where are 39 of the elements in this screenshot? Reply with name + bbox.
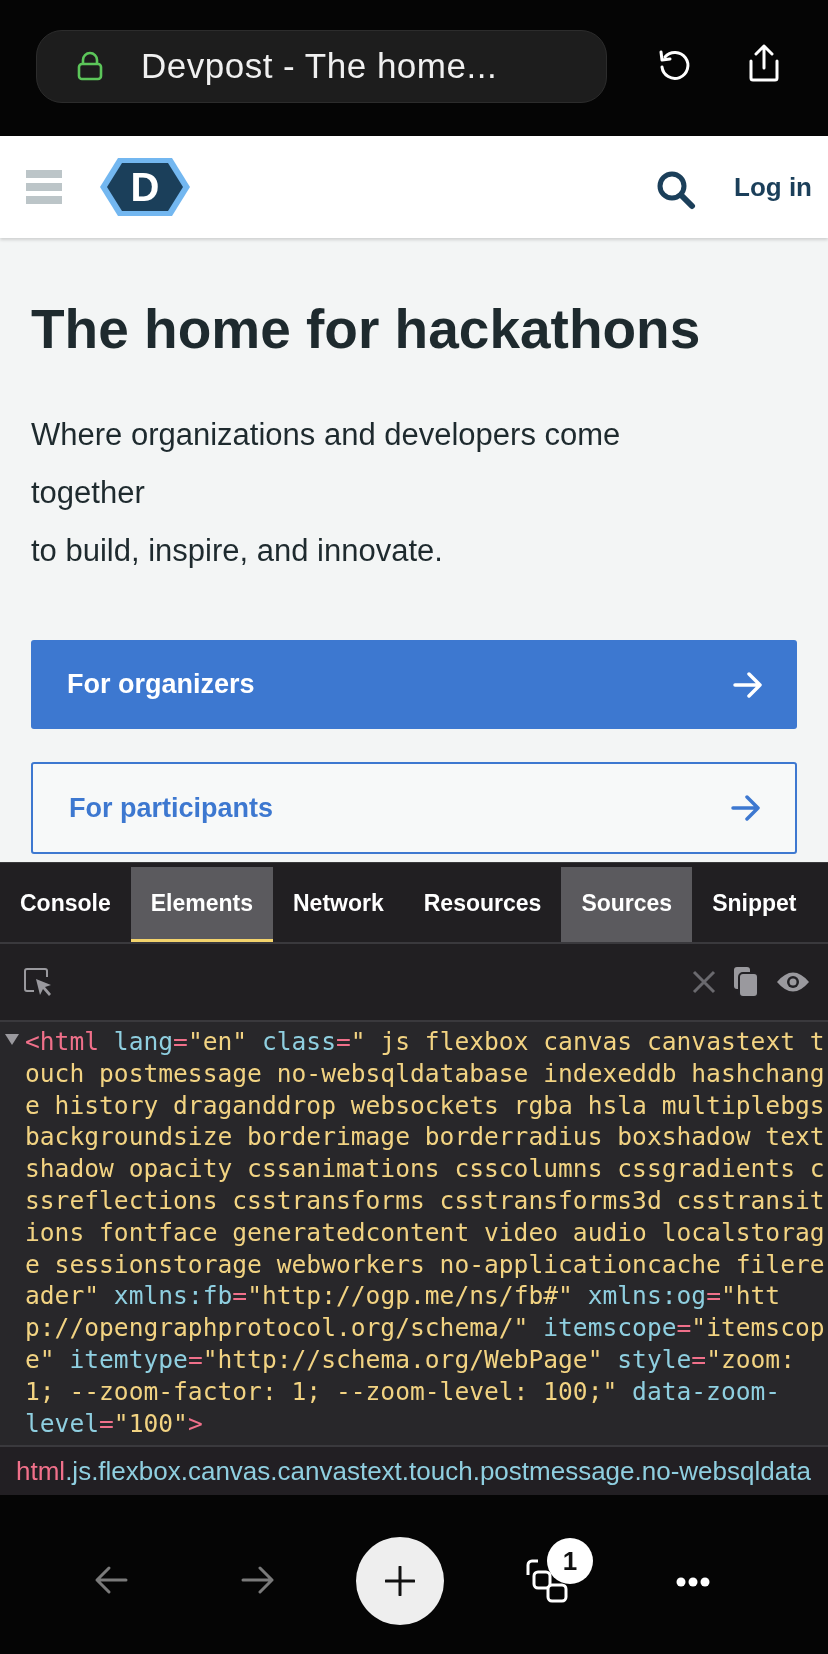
tab-count-badge: 1 [547, 1538, 593, 1584]
devtools-tab[interactable]: Sources [561, 867, 693, 942]
code-line: <html lang="en" class=" js flexbox canvas canvastext t [25, 1026, 825, 1058]
code-line: p://opengraphprotocol.org/schema/" itemscope="itemscop [25, 1312, 825, 1344]
logo-icon[interactable]: D [100, 158, 190, 216]
copy-icon[interactable] [734, 967, 758, 997]
share-icon[interactable] [747, 43, 781, 83]
devtools-tab[interactable]: Resources [403, 867, 562, 942]
arrow-icon [731, 795, 761, 821]
code-line: e history draganddrop websockets rgba hsla multiplebgs [25, 1089, 825, 1122]
eye-icon[interactable] [776, 971, 810, 993]
code-line: ssreflections csstransforms csstransforms3d csstransit [25, 1185, 825, 1217]
address-bar[interactable]: Devpost - The home... [36, 29, 607, 103]
login-link[interactable]: Log in [734, 171, 812, 203]
devtools-tab[interactable]: Elements [130, 867, 273, 942]
more-icon[interactable] [676, 1577, 710, 1587]
plus-icon [385, 1566, 415, 1596]
code-line: ouch postmessage no-websqldatabase indexeddb hashchang [25, 1057, 825, 1090]
page-heading: The home for hackathons [31, 297, 702, 362]
cta-button[interactable]: For organizers [31, 640, 797, 729]
code-line: 1; --zoom-factor: 1; --zoom-level: 100;" data-zoom- [25, 1375, 781, 1408]
disclosure-triangle-icon[interactable] [5, 1034, 19, 1046]
code-line: e" itemtype="http://schema.org/WebPage" style="zoom: [25, 1343, 795, 1376]
tagline: Where organizations and developers come together to build, inspire, and innovate. [31, 416, 622, 570]
code-line: ader" xmlns:fb="http://ogp.me/ns/fb#" xmlns:og="htt [25, 1280, 781, 1313]
inspect-icon[interactable] [23, 967, 53, 997]
close-icon[interactable] [692, 970, 716, 994]
arrow-icon [733, 671, 763, 698]
code-line: ions fontface generatedcontent video audio localstorag [25, 1216, 825, 1249]
search-icon[interactable] [656, 170, 696, 210]
page-title: Devpost - The home... [141, 46, 498, 86]
code-line: e sessionstorage webworkers no-applicationcache filere [25, 1248, 825, 1281]
code-line: shadow opacity cssanimations csscolumns cssgradients c [25, 1153, 825, 1185]
code-line: level="100"> [25, 1407, 203, 1440]
devtools-tab[interactable]: Console [0, 867, 131, 942]
code-line: backgroundsize borderimage borderradius boxshadow text [25, 1121, 825, 1154]
devtools-tab[interactable]: Snippet [692, 867, 817, 942]
devtools-tab[interactable]: Network [273, 867, 404, 942]
cta-button[interactable]: For participants [31, 762, 797, 854]
